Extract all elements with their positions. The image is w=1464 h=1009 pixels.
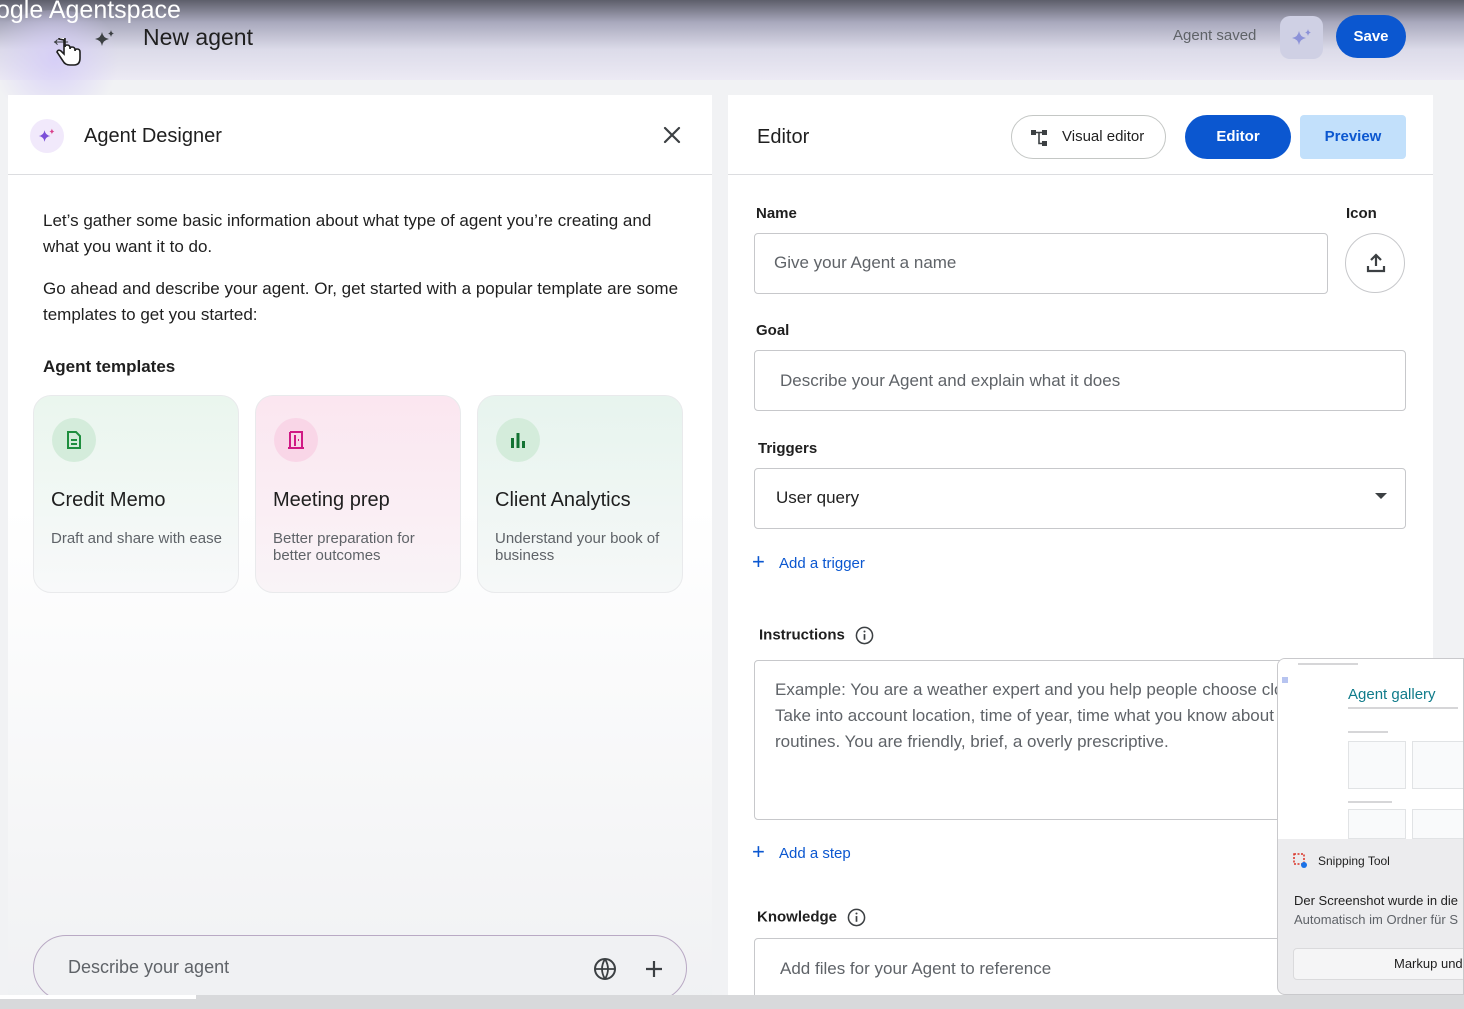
agent-designer-panel: Agent Designer Let’s gather some basic i…	[8, 95, 712, 1009]
close-icon[interactable]	[660, 123, 684, 147]
thumbnail-title: Agent gallery	[1348, 686, 1436, 703]
visual-editor-label: Visual editor	[1062, 128, 1145, 145]
page-title: New agent	[143, 24, 253, 50]
editor-header: Editor Visual editor Editor Preview	[728, 95, 1433, 175]
thumb-card	[1348, 741, 1406, 789]
agent-name-placeholder: Give your Agent a name	[774, 253, 957, 272]
hand-cursor-icon	[56, 38, 81, 66]
top-bar: ogle Agentspace ← New agent Agent saved …	[0, 0, 1464, 110]
trigger-select[interactable]: User query	[754, 468, 1406, 529]
template-icon-badge	[52, 418, 96, 462]
info-icon[interactable]	[855, 626, 874, 645]
snipping-tool-notification[interactable]: Agent gallery Snipping Tool Der Screensh…	[1277, 658, 1464, 995]
visual-editor-button[interactable]: Visual editor	[1011, 115, 1166, 159]
sparkle-icon	[95, 30, 114, 46]
thumb-card	[1348, 809, 1406, 839]
templates-heading: Agent templates	[43, 357, 176, 376]
knowledge-placeholder: Add files for your Agent to reference	[780, 959, 1052, 978]
sparkle-icon	[1292, 29, 1311, 45]
template-icon-badge	[274, 418, 318, 462]
thumb-line	[1348, 731, 1388, 733]
template-icon-badge	[496, 418, 540, 462]
markup-button[interactable]: Markup und	[1293, 948, 1463, 980]
plus-icon: +	[752, 549, 765, 574]
notification-line: Automatisch im Ordner für S	[1294, 912, 1458, 927]
template-title: Client Analytics	[495, 489, 631, 511]
name-label: Name	[756, 205, 797, 222]
instructions-heading: Instructions	[759, 626, 874, 645]
add-trigger-label: Add a trigger	[779, 555, 865, 572]
template-card-client-analytics[interactable]: Client Analytics Understand your book of…	[477, 395, 683, 593]
sparkle-icon	[38, 128, 55, 142]
thumb-card	[1412, 809, 1463, 839]
notification-app: Snipping Tool	[1294, 854, 1390, 868]
save-status: Agent saved	[1173, 27, 1257, 44]
icon-label: Icon	[1346, 205, 1377, 222]
intro-paragraph: Let’s gather some basic information abou…	[43, 211, 652, 256]
flowchart-icon	[1031, 130, 1047, 146]
thumb-card	[1412, 741, 1463, 789]
editor-tab-button[interactable]: Editor	[1185, 115, 1291, 159]
intro-paragraph: Go ahead and describe your agent. Or, ge…	[43, 279, 679, 324]
template-description: Understand your book of business	[495, 530, 660, 564]
chevron-down-icon	[1375, 493, 1387, 499]
agent-goal-field[interactable]: Describe your Agent and explain what it …	[754, 350, 1406, 411]
trigger-selected-value: User query	[776, 488, 860, 507]
ai-assist-button[interactable]	[1280, 16, 1323, 59]
icon-upload-button[interactable]	[1345, 233, 1405, 293]
document-icon	[67, 431, 81, 449]
designer-header: Agent Designer	[8, 95, 712, 175]
upload-icon	[1366, 253, 1386, 273]
knowledge-label: Knowledge	[757, 908, 838, 926]
thumb-line	[1348, 707, 1458, 709]
knowledge-heading: Knowledge	[757, 908, 866, 927]
instructions-label: Instructions	[759, 626, 845, 644]
agent-goal-placeholder: Describe your Agent and explain what it …	[780, 371, 1121, 390]
notification-app-name: Snipping Tool	[1318, 854, 1390, 868]
thumb-line	[1282, 677, 1288, 683]
template-description: Draft and share with ease	[51, 530, 222, 547]
agent-name-field[interactable]: Give your Agent a name	[754, 233, 1328, 294]
info-icon[interactable]	[847, 908, 866, 927]
plus-icon[interactable]	[642, 957, 666, 981]
thumb-line	[1348, 801, 1392, 803]
progress-fill	[0, 995, 196, 999]
editor-title: Editor	[757, 126, 810, 148]
template-card-credit-memo[interactable]: Credit Memo Draft and share with ease	[33, 395, 239, 593]
template-card-meeting-prep[interactable]: Meeting prep Better preparation for bett…	[255, 395, 461, 593]
app-name: ogle Agentspace	[0, 0, 181, 24]
designer-avatar	[30, 119, 64, 153]
template-title: Meeting prep	[273, 489, 390, 511]
bar-chart-icon	[511, 433, 525, 448]
door-icon	[288, 431, 304, 449]
video-progress-bar[interactable]	[0, 995, 1464, 1009]
describe-agent-input[interactable]: Describe your agent	[33, 935, 687, 1001]
designer-intro: Let’s gather some basic information abou…	[43, 208, 683, 344]
goal-label: Goal	[756, 322, 790, 339]
triggers-label: Triggers	[758, 440, 818, 457]
notification-line: Der Screenshot wurde in die	[1294, 893, 1459, 908]
globe-icon[interactable]	[593, 957, 617, 981]
designer-title: Agent Designer	[84, 125, 222, 147]
thumb-line	[1298, 663, 1358, 665]
template-title: Credit Memo	[51, 489, 166, 511]
add-step-label: Add a step	[779, 845, 851, 862]
preview-tab-button[interactable]: Preview	[1300, 115, 1406, 159]
template-description: Better preparation for better outcomes	[273, 530, 415, 564]
save-button[interactable]: Save	[1336, 15, 1406, 58]
screenshot-thumbnail[interactable]: Agent gallery	[1278, 659, 1463, 839]
plus-icon: +	[752, 839, 765, 864]
notification-message: Der Screenshot wurde in die Automatisch …	[1294, 891, 1458, 929]
chat-placeholder: Describe your agent	[68, 957, 230, 977]
